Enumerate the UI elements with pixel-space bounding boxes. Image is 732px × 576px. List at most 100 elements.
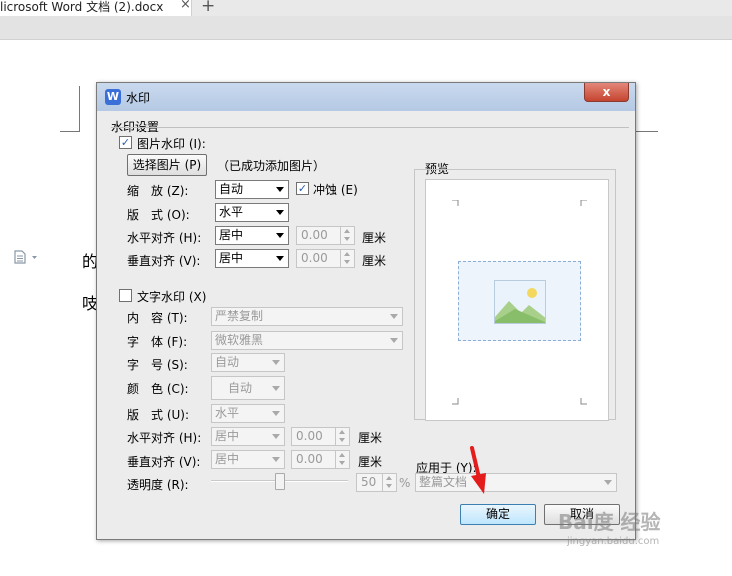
choose-picture-button[interactable]: 选择图片 (P) (127, 154, 207, 176)
picture-halign-value: 居中 (219, 228, 244, 242)
text-layout-select[interactable]: 水平 (211, 404, 285, 423)
text-font-label: 字 体 (F): (127, 335, 188, 349)
text-color-value: 自动 (228, 381, 253, 395)
spinner-arrows[interactable] (382, 474, 396, 491)
chevron-down-icon (276, 233, 284, 238)
picture-layout-select[interactable]: 水平 (215, 203, 289, 222)
text-color-label: 颜 色 (C): (127, 382, 189, 396)
text-halign-select[interactable]: 居中 (211, 427, 285, 446)
text-layout-label: 版 式 (U): (127, 408, 190, 422)
picture-layout-label: 版 式 (O): (127, 208, 190, 222)
text-size-value: 自动 (215, 355, 240, 369)
text-valign-offset-value: 0.00 (296, 452, 323, 466)
tab-close-icon[interactable]: × (180, 0, 191, 12)
picture-layout-value: 水平 (219, 205, 244, 219)
chevron-down-icon (272, 434, 280, 439)
spinner-arrows[interactable] (340, 250, 354, 267)
image-icon (494, 280, 546, 324)
transparency-value: 50 (361, 475, 377, 489)
text-content-value: 严禁复制 (215, 309, 264, 323)
picture-valign-value: 居中 (219, 251, 244, 265)
text-valign-offset-spinner[interactable]: 0.00 (291, 450, 350, 469)
text-layout-value: 水平 (215, 406, 240, 420)
transparency-unit: % (399, 476, 411, 490)
wps-app-icon: W (105, 89, 121, 105)
transparency-label: 透明度 (R): (127, 478, 189, 492)
dialog-title: 水印 (126, 91, 151, 105)
spinner-arrows[interactable] (335, 451, 349, 468)
text-valign-unit: 厘米 (358, 455, 383, 469)
text-valign-label: 垂直对齐 (V): (127, 455, 201, 469)
margin-corner-icon (452, 200, 459, 206)
watermark-dialog: W 水印 x 水印设置 ✓ 图片水印 (I): 选择图片 (P) （已成功添加图… (96, 82, 636, 540)
apply-to-select[interactable]: 整篇文档 (415, 473, 617, 492)
picture-halign-unit: 厘米 (362, 231, 387, 245)
text-halign-label: 水平对齐 (H): (127, 431, 202, 445)
picture-halign-offset-value: 0.00 (301, 228, 328, 242)
chevron-down-icon (276, 187, 284, 192)
spinner-arrows[interactable] (340, 227, 354, 244)
baidu-watermark-url: jingyan.baidu.com (567, 536, 660, 547)
text-valign-select[interactable]: 居中 (211, 450, 285, 469)
transparency-slider-thumb[interactable] (275, 473, 285, 490)
picture-valign-unit: 厘米 (362, 254, 387, 268)
document-tab-title: licrosoft Word 文档 (2).docx (0, 0, 164, 14)
text-halign-value: 居中 (215, 429, 240, 443)
red-arrow-icon (470, 446, 486, 494)
section-divider (111, 127, 629, 128)
scale-label: 缩 放 (Z): (127, 184, 189, 198)
document-tab[interactable]: licrosoft Word 文档 (2).docx × (0, 0, 192, 16)
spinner-arrows[interactable] (335, 428, 349, 445)
margin-corner-icon (580, 200, 587, 206)
chevron-down-icon (272, 386, 280, 391)
chevron-down-icon (272, 411, 280, 416)
picture-valign-offset-spinner[interactable]: 0.00 (296, 249, 355, 268)
picture-watermark-checkbox[interactable]: ✓ (119, 136, 132, 149)
text-size-label: 字 号 (S): (127, 358, 188, 372)
margin-corner-icon (452, 398, 459, 405)
picture-halign-offset-spinner[interactable]: 0.00 (296, 226, 355, 245)
picture-halign-select[interactable]: 居中 (215, 226, 289, 245)
margin-corner-icon (580, 398, 587, 405)
text-halign-offset-spinner[interactable]: 0.00 (291, 427, 350, 446)
chevron-down-icon (390, 314, 398, 319)
text-halign-offset-value: 0.00 (296, 429, 323, 443)
chevron-down-icon (276, 210, 284, 215)
scale-select[interactable]: 自动 (215, 180, 289, 199)
dialog-titlebar[interactable]: W 水印 x (97, 83, 635, 111)
text-font-value: 微软雅黑 (215, 333, 264, 347)
margin-mark-left (60, 86, 80, 132)
close-button[interactable]: x (584, 83, 629, 102)
picture-valign-select[interactable]: 居中 (215, 249, 289, 268)
washout-label: 冲蚀 (E) (313, 183, 358, 197)
text-valign-value: 居中 (215, 452, 240, 466)
tab-bar: licrosoft Word 文档 (2).docx × + (0, 0, 732, 16)
text-font-select[interactable]: 微软雅黑 (211, 331, 403, 350)
baidu-watermark: Bai度 经验 (558, 510, 661, 534)
text-watermark-label: 文字水印 (X) (137, 290, 207, 304)
text-content-label: 内 容 (T): (127, 311, 188, 325)
picture-valign-offset-value: 0.00 (301, 251, 328, 265)
document-icon[interactable] (14, 250, 40, 264)
margin-mark-right (634, 86, 658, 132)
text-content-select[interactable]: 严禁复制 (211, 307, 403, 326)
text-watermark-checkbox[interactable] (119, 289, 132, 302)
chevron-down-icon (604, 480, 612, 485)
chevron-down-icon (276, 256, 284, 261)
picture-valign-label: 垂直对齐 (V): (127, 254, 201, 268)
chevron-down-icon (390, 338, 398, 343)
chevron-down-icon (272, 457, 280, 462)
apply-to-value: 整篇文档 (419, 475, 468, 489)
new-tab-icon[interactable]: + (201, 0, 215, 16)
picture-halign-label: 水平对齐 (H): (127, 231, 202, 245)
washout-checkbox[interactable]: ✓ (296, 182, 309, 195)
scale-value: 自动 (219, 182, 244, 196)
text-halign-unit: 厘米 (358, 431, 383, 445)
text-color-select[interactable]: 自动 (211, 376, 285, 400)
transparency-spinner[interactable]: 50 (356, 473, 397, 492)
picture-watermark-label: 图片水印 (I): (137, 137, 206, 151)
chevron-down-icon (272, 360, 280, 365)
toolbar-strip (0, 16, 732, 40)
text-size-select[interactable]: 自动 (211, 353, 285, 372)
ok-button[interactable]: 确定 (460, 504, 536, 525)
